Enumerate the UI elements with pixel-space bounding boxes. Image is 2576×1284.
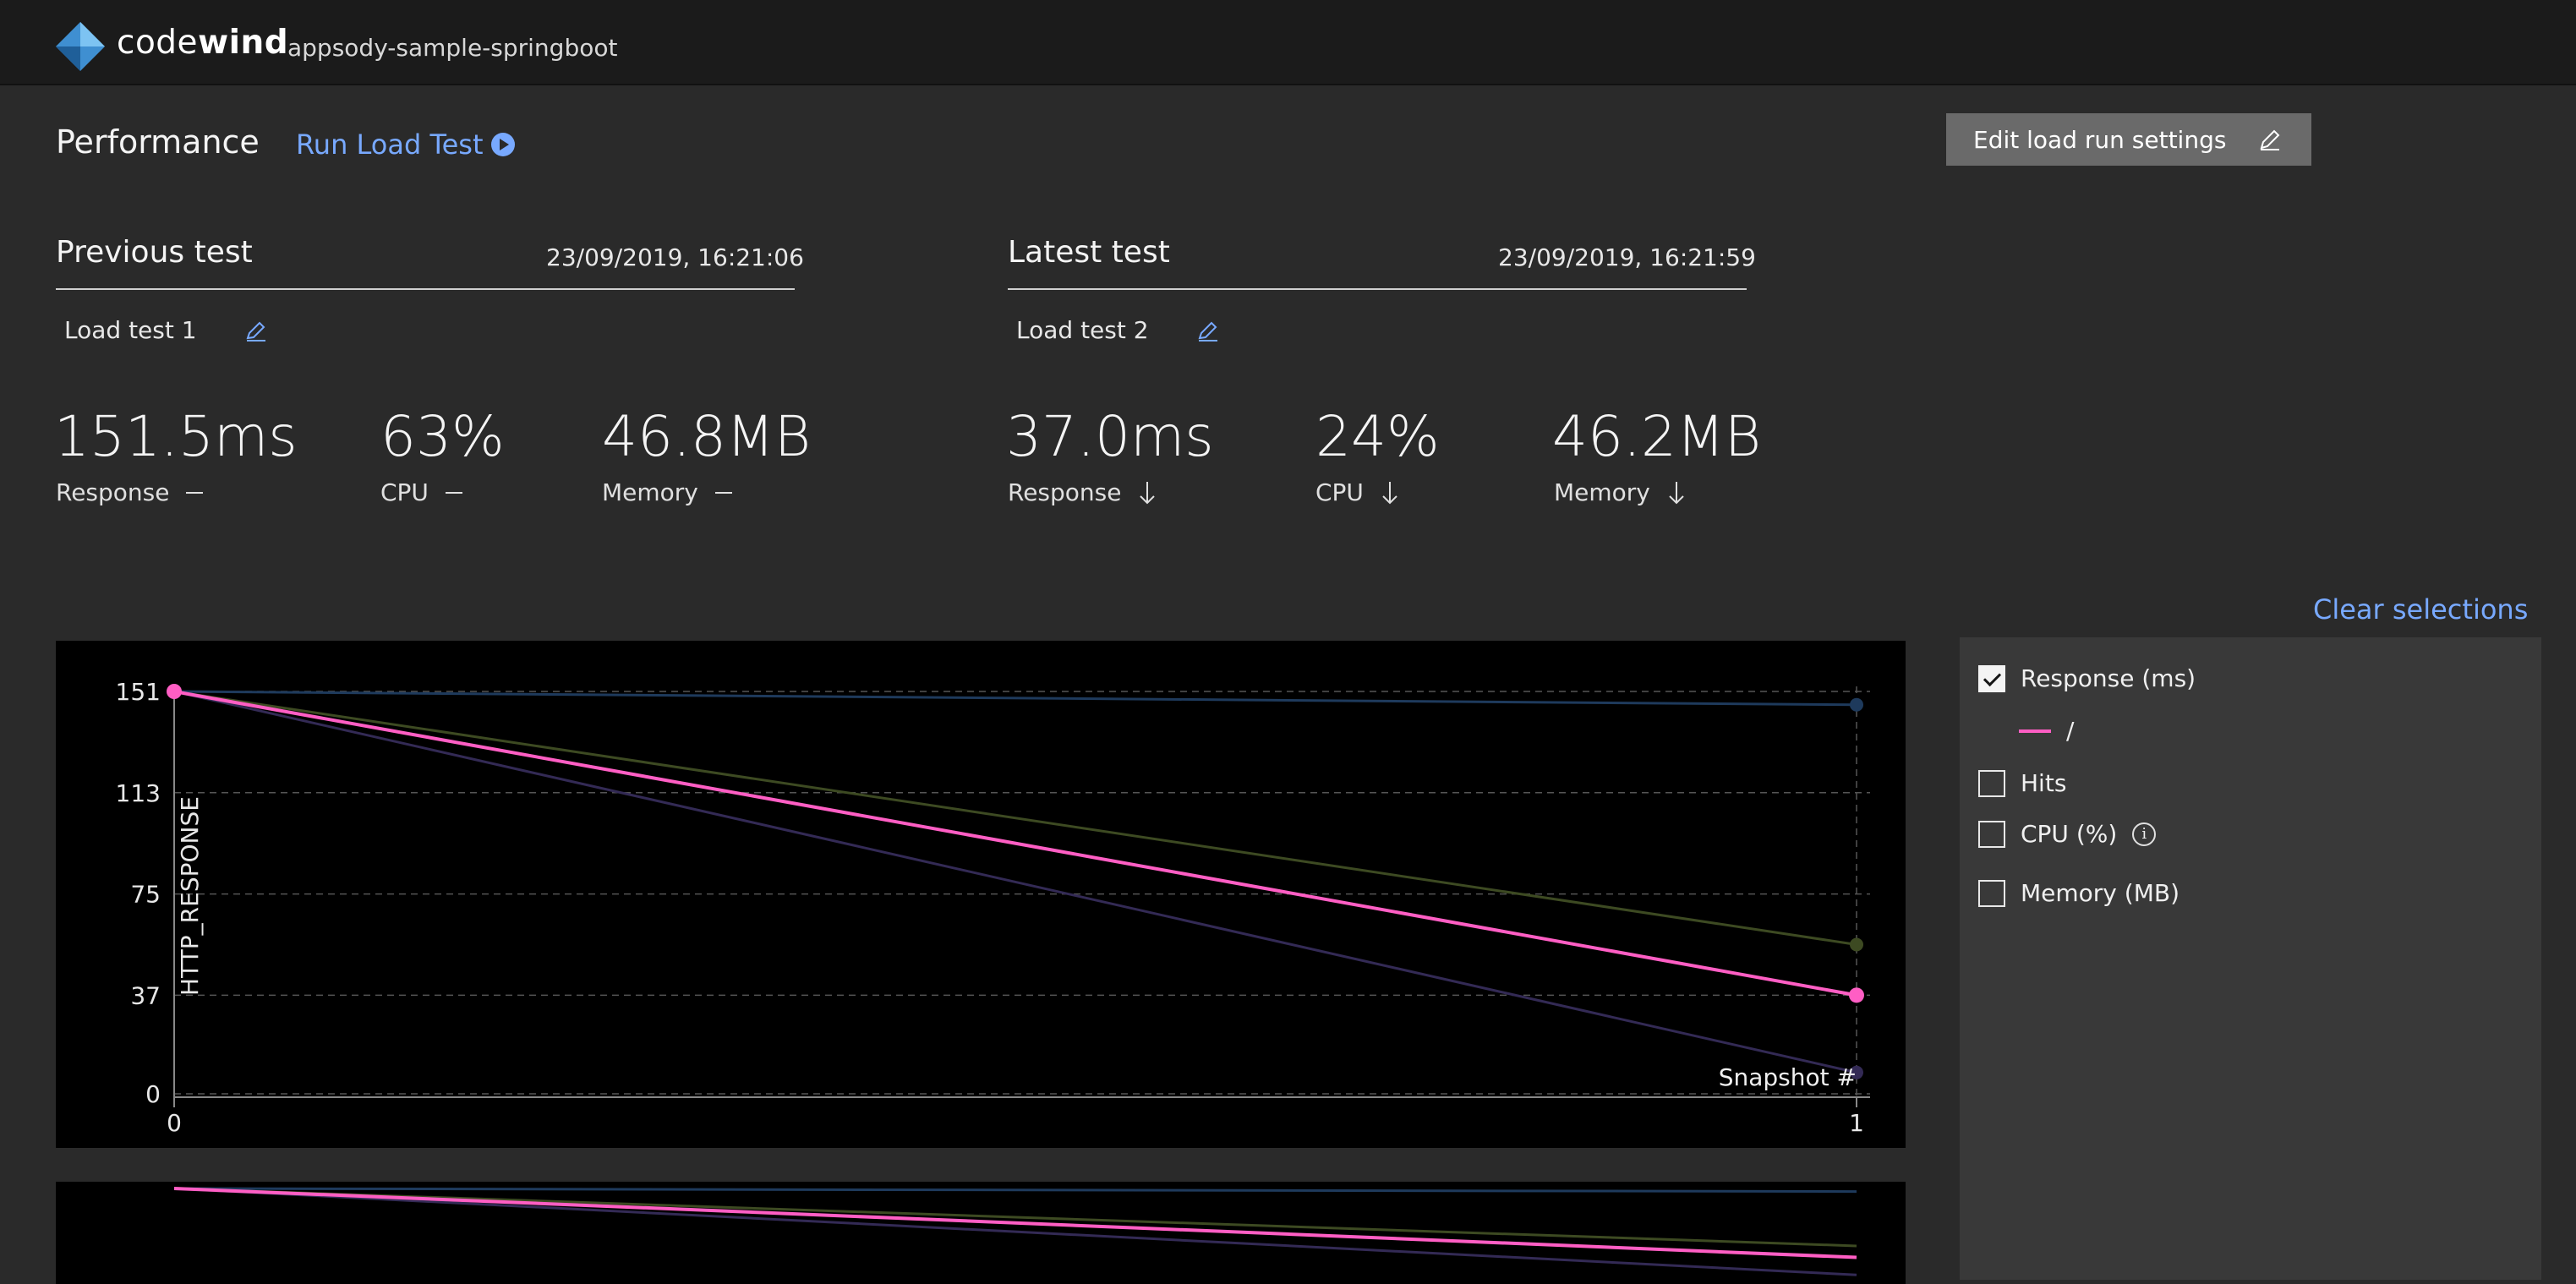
arrow-down-icon xyxy=(1140,481,1156,504)
run-load-test-label: Run Load Test xyxy=(296,128,484,161)
previous-memory-text: Memory xyxy=(602,478,698,506)
data-point xyxy=(1849,987,1864,1003)
latest-cpu-label: CPU xyxy=(1315,478,1399,506)
overview-series-line xyxy=(173,1187,1857,1194)
memory-checkbox-label: Memory (MB) xyxy=(2021,879,2179,907)
series-line xyxy=(173,690,1857,997)
brand-suffix: wind xyxy=(198,24,289,62)
response-checkbox[interactable] xyxy=(1978,664,2005,692)
previous-divider xyxy=(56,288,795,290)
memory-checkbox-row[interactable]: Memory (MB) xyxy=(1978,879,2179,907)
hits-checkbox-label: Hits xyxy=(2021,769,2067,797)
previous-cpu-text: CPU xyxy=(380,478,429,506)
edit-previous-name-icon[interactable] xyxy=(243,318,269,343)
top-bar: codewind appsody-sample-springboot xyxy=(0,0,2576,85)
y-tick-label: 37 xyxy=(130,981,161,1009)
overview-series xyxy=(173,1187,1857,1276)
overview-chart[interactable] xyxy=(56,1182,1906,1284)
arrow-down-icon xyxy=(1382,481,1397,504)
series-legend-item[interactable]: / xyxy=(2019,717,2074,745)
previous-response-text: Response xyxy=(56,478,170,506)
previous-response-label: Response xyxy=(56,478,204,506)
x-tick-labels: 01 xyxy=(167,1097,1864,1137)
edit-settings-label: Edit load run settings xyxy=(1973,125,2227,154)
y-tick-label: 75 xyxy=(130,881,161,909)
x-axis-label: Snapshot # xyxy=(1719,1063,1857,1091)
brand-prefix: code xyxy=(117,24,199,62)
previous-test-name: Load test 1 xyxy=(64,316,197,344)
data-point xyxy=(1850,697,1863,712)
latest-cpu-value: 24% xyxy=(1315,404,1440,469)
series-legend-label: / xyxy=(2066,717,2075,745)
y-tick-labels: 0 37 75 113 151 xyxy=(116,678,161,1108)
series-line xyxy=(173,690,1857,707)
previous-test-heading: Previous test xyxy=(56,235,253,270)
y-tick-label: 151 xyxy=(116,678,161,706)
series-line xyxy=(173,690,1857,1074)
latest-memory-value: 46.2MB xyxy=(1552,404,1762,469)
x-tick-label: 0 xyxy=(167,1109,182,1137)
arrow-down-icon xyxy=(1669,481,1684,504)
hits-checkbox-row[interactable]: Hits xyxy=(1978,769,2066,797)
overview-series-line xyxy=(173,1187,1857,1248)
codewind-logo-icon xyxy=(56,22,105,71)
series-color-swatch xyxy=(2019,729,2051,733)
latest-test-date: 23/09/2019, 16:21:59 xyxy=(1498,243,1756,271)
info-icon[interactable]: i xyxy=(2132,822,2157,846)
response-chart-svg: 03775113151 01 HTTP_RESPONSE Snapshot # xyxy=(116,678,1870,1137)
data-point xyxy=(1850,937,1863,952)
previous-memory-label: Memory xyxy=(602,478,732,506)
cpu-checkbox-label: CPU (%) xyxy=(2021,820,2118,848)
latest-cpu-text: CPU xyxy=(1315,478,1364,506)
run-load-test-link[interactable]: Run Load Test xyxy=(296,128,516,161)
y-axis-label: HTTP_RESPONSE xyxy=(176,796,204,996)
overview-chart-svg xyxy=(173,1187,1857,1276)
response-checkbox-row[interactable]: Response (ms) xyxy=(1978,664,2196,692)
play-icon xyxy=(491,133,516,156)
no-change-icon xyxy=(714,491,732,494)
hits-checkbox[interactable] xyxy=(1978,769,2005,797)
memory-checkbox[interactable] xyxy=(1978,879,2005,907)
latest-test-name: Load test 2 xyxy=(1016,316,1149,344)
no-change-icon xyxy=(445,491,462,494)
latest-memory-text: Memory xyxy=(1554,478,1650,506)
edit-load-run-settings-button[interactable]: Edit load run settings xyxy=(1946,113,2311,166)
edit-latest-name-icon[interactable] xyxy=(1195,318,1221,343)
latest-response-text: Response xyxy=(1008,478,1122,506)
response-chart: 0 37 75 113 151 01 HTTP_RESPONSE Snapshot # xyxy=(56,641,1906,1148)
chart-series xyxy=(167,684,1864,1079)
overview-series-line xyxy=(173,1187,1857,1259)
project-name: appsody-sample-springboot xyxy=(287,34,618,62)
cpu-checkbox[interactable] xyxy=(1978,820,2005,848)
page-title: Performance xyxy=(56,123,260,161)
previous-response-value: 151.5ms xyxy=(54,404,298,469)
cpu-checkbox-row[interactable]: CPU (%) i xyxy=(1978,820,2157,848)
latest-response-label: Response xyxy=(1008,478,1157,506)
previous-memory-value: 46.8MB xyxy=(602,404,812,469)
x-tick-label: 1 xyxy=(1849,1109,1864,1137)
previous-test-date: 23/09/2019, 16:21:06 xyxy=(546,243,804,271)
previous-cpu-value: 63% xyxy=(380,404,505,469)
response-checkbox-label: Response (ms) xyxy=(2021,664,2196,692)
overview-series-line xyxy=(173,1187,1857,1276)
brand-name: codewind xyxy=(117,24,288,62)
metric-selection-panel: Response (ms) / Hits CPU (%) i Memory (M… xyxy=(1960,637,2541,1280)
latest-test-heading: Latest test xyxy=(1008,235,1170,270)
latest-memory-label: Memory xyxy=(1554,478,1686,506)
series-line xyxy=(173,690,1857,946)
previous-cpu-label: CPU xyxy=(380,478,462,506)
edit-pencil-icon xyxy=(2260,129,2280,150)
y-tick-label: 113 xyxy=(116,779,161,807)
data-point xyxy=(167,684,182,699)
y-tick-label: 0 xyxy=(145,1080,161,1108)
no-change-icon xyxy=(186,491,204,494)
latest-divider xyxy=(1008,288,1747,290)
clear-selections-link[interactable]: Clear selections xyxy=(2313,593,2528,626)
latest-response-value: 37.0ms xyxy=(1006,404,1214,469)
